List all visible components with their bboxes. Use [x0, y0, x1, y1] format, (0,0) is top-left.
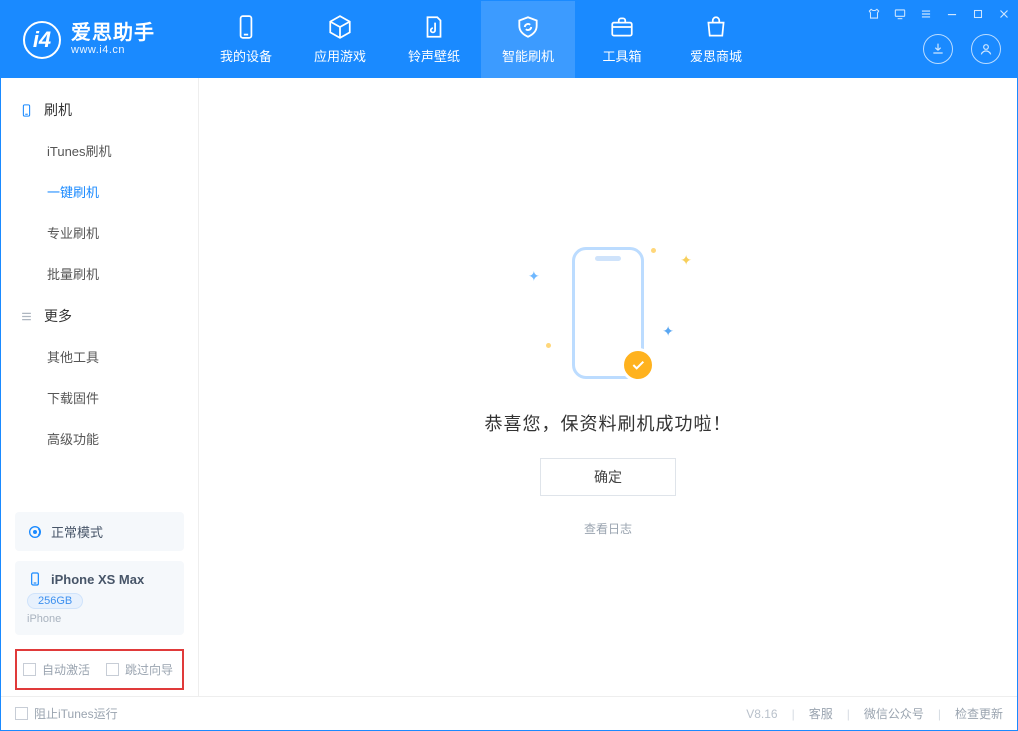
device-cards: 正常模式 iPhone XS Max 256GB iPhone [1, 502, 198, 645]
brand-logo-icon: i4 [23, 21, 61, 59]
sidebar-section-more: 更多 [1, 294, 198, 336]
header-right-icons [923, 34, 1001, 64]
mode-icon [27, 524, 43, 540]
tab-toolbox[interactable]: 工具箱 [575, 1, 669, 78]
tab-label: 我的设备 [220, 46, 272, 65]
sparkle-icon: ✦ [528, 268, 540, 285]
version-label: V8.16 [746, 707, 777, 721]
mode-label: 正常模式 [51, 522, 103, 541]
checkbox-icon [23, 663, 36, 676]
brand-text: 爱思助手 www.i4.cn [71, 22, 155, 56]
minimize-button[interactable] [945, 7, 959, 21]
section-title: 更多 [44, 306, 72, 326]
tab-my-device[interactable]: 我的设备 [199, 1, 293, 78]
sidebar-item-advanced[interactable]: 高级功能 [1, 418, 198, 459]
footer-link-wechat[interactable]: 微信公众号 [864, 705, 924, 722]
view-log-link[interactable]: 查看日志 [584, 520, 632, 537]
device-type: iPhone [27, 613, 172, 625]
tab-apps-games[interactable]: 应用游戏 [293, 1, 387, 78]
account-button[interactable] [971, 34, 1001, 64]
mode-card[interactable]: 正常模式 [15, 512, 184, 551]
divider: | [847, 707, 850, 721]
dot-icon [546, 343, 551, 348]
bag-icon [703, 14, 729, 40]
device-card[interactable]: iPhone XS Max 256GB iPhone [15, 561, 184, 635]
tab-label: 爱思商城 [690, 46, 742, 65]
checkbox-skip-guide[interactable]: 跳过向导 [106, 661, 173, 678]
tab-label: 铃声壁纸 [408, 46, 460, 65]
close-button[interactable] [997, 7, 1011, 21]
footer-link-update[interactable]: 检查更新 [955, 705, 1003, 722]
download-manager-button[interactable] [923, 34, 953, 64]
sidebar-item-itunes-flash[interactable]: iTunes刷机 [1, 130, 198, 171]
success-check-icon [621, 348, 655, 382]
checkbox-auto-activate[interactable]: 自动激活 [23, 661, 90, 678]
sidebar-item-other-tools[interactable]: 其他工具 [1, 336, 198, 377]
tab-smart-flash[interactable]: 智能刷机 [481, 1, 575, 78]
sidebar-item-download-firmware[interactable]: 下载固件 [1, 377, 198, 418]
sparkle-icon: ✦ [680, 252, 692, 269]
footer-link-support[interactable]: 客服 [809, 705, 833, 722]
storage-badge: 256GB [27, 593, 83, 609]
sidebar-item-oneclick-flash[interactable]: 一键刷机 [1, 171, 198, 212]
status-bar: 阻止iTunes运行 V8.16 | 客服 | 微信公众号 | 检查更新 [1, 696, 1017, 730]
cube-icon [327, 14, 353, 40]
sidebar-item-batch-flash[interactable]: 批量刷机 [1, 253, 198, 294]
section-title: 刷机 [44, 100, 72, 120]
window-controls [867, 7, 1011, 21]
checkbox-label: 跳过向导 [125, 661, 173, 678]
nav-tabs: 我的设备 应用游戏 铃声壁纸 智能刷机 工具箱 爱思商城 [199, 1, 763, 78]
tab-label: 工具箱 [602, 46, 641, 65]
music-file-icon [421, 14, 447, 40]
sidebar-spacer [1, 459, 198, 502]
app-header: i4 爱思助手 www.i4.cn 我的设备 应用游戏 铃声壁纸 智能刷机 工具… [1, 1, 1017, 78]
success-illustration: ✦ ✦ ✦ [518, 238, 698, 388]
checkbox-label: 自动激活 [42, 661, 90, 678]
tab-store[interactable]: 爱思商城 [669, 1, 763, 78]
toolbox-icon [609, 14, 635, 40]
sparkle-icon: ✦ [662, 323, 674, 340]
user-icon [978, 41, 994, 57]
sidebar: 刷机 iTunes刷机 一键刷机 专业刷机 批量刷机 更多 其他工具 下载固件 … [1, 78, 199, 696]
device-name: iPhone XS Max [51, 572, 144, 587]
brand-subtitle: www.i4.cn [71, 44, 155, 56]
checkbox-label: 阻止iTunes运行 [34, 705, 118, 722]
dot-icon [651, 248, 656, 253]
highlighted-options: 自动激活 跳过向导 [15, 649, 184, 690]
tab-ringtones-wallpapers[interactable]: 铃声壁纸 [387, 1, 481, 78]
device-small-icon [27, 571, 43, 587]
sidebar-item-pro-flash[interactable]: 专业刷机 [1, 212, 198, 253]
divider: | [938, 707, 941, 721]
phone-outline-icon [572, 247, 644, 379]
success-message: 恭喜您，保资料刷机成功啦！ [485, 410, 732, 436]
tab-label: 应用游戏 [314, 46, 366, 65]
sidebar-section-flash: 刷机 [1, 88, 198, 130]
phone-icon [233, 14, 259, 40]
brand-title: 爱思助手 [71, 22, 155, 44]
ok-button[interactable]: 确定 [540, 458, 676, 496]
brand: i4 爱思助手 www.i4.cn [1, 21, 199, 59]
menu-icon[interactable] [919, 7, 933, 21]
feedback-icon[interactable] [893, 7, 907, 21]
list-icon [19, 309, 34, 324]
checkbox-icon [15, 707, 28, 720]
device-icon [19, 103, 34, 118]
shield-sync-icon [515, 14, 541, 40]
download-icon [930, 41, 946, 57]
checkbox-block-itunes[interactable]: 阻止iTunes运行 [15, 705, 118, 722]
app-body: 刷机 iTunes刷机 一键刷机 专业刷机 批量刷机 更多 其他工具 下载固件 … [1, 78, 1017, 696]
checkbox-icon [106, 663, 119, 676]
main-content: ✦ ✦ ✦ 恭喜您，保资料刷机成功啦！ 确定 查看日志 [199, 78, 1017, 696]
tab-label: 智能刷机 [502, 46, 554, 65]
skin-icon[interactable] [867, 7, 881, 21]
maximize-button[interactable] [971, 7, 985, 21]
divider: | [792, 707, 795, 721]
